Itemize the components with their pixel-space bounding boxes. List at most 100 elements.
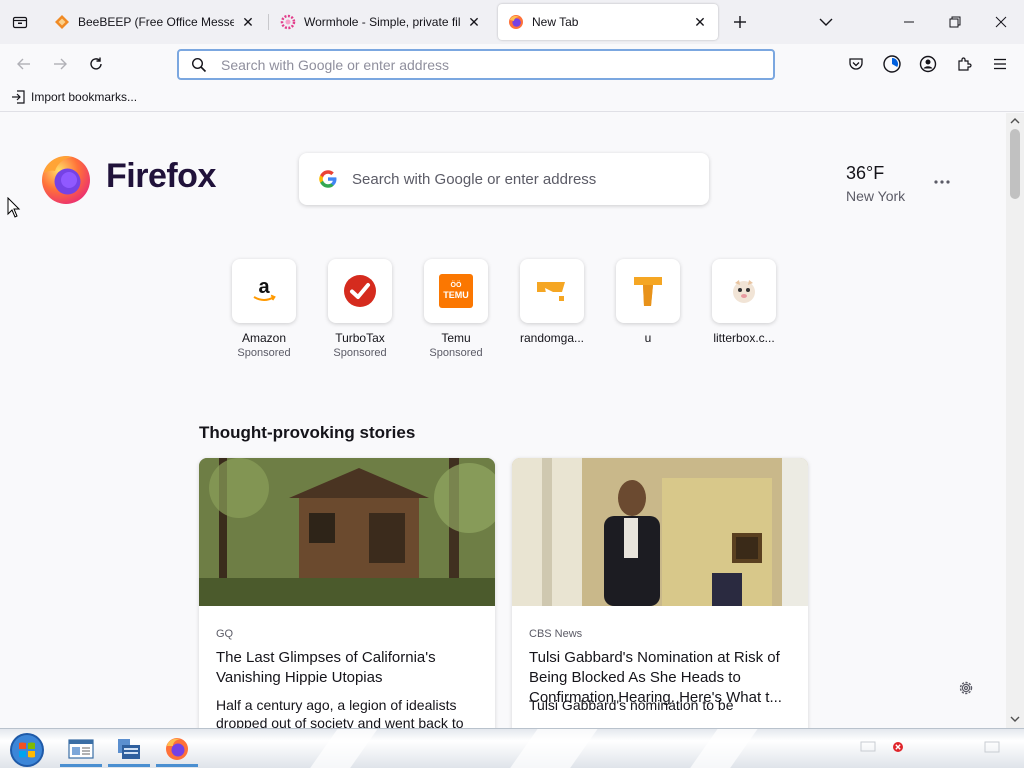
sync-status-button[interactable] xyxy=(880,52,904,76)
shortcut-tile-turbotax[interactable]: TurboTax Sponsored xyxy=(320,259,400,359)
newtab-search-box[interactable]: Search with Google or enter address xyxy=(299,153,709,205)
scroll-up-button[interactable] xyxy=(1009,115,1021,127)
tab-new-tab[interactable]: New Tab ✕ xyxy=(498,4,718,40)
wormhole-icon xyxy=(280,14,296,30)
firefox-icon xyxy=(509,15,523,29)
shortcut-tile-u[interactable]: u xyxy=(608,259,688,345)
taskbar-app-firefox[interactable] xyxy=(156,731,198,767)
shortcut-label: TurboTax xyxy=(335,331,385,345)
new-tab-button[interactable] xyxy=(728,10,752,34)
import-bookmarks-label: Import bookmarks... xyxy=(31,90,138,104)
close-tab-button[interactable]: ✕ xyxy=(466,14,482,30)
litterbox-icon xyxy=(733,280,755,303)
close-tab-button[interactable]: ✕ xyxy=(240,14,256,30)
taskbar-glass-streak xyxy=(295,729,385,768)
plus-icon xyxy=(734,16,746,28)
chevron-down-icon xyxy=(1010,716,1020,722)
shortcut-tile-randomgame[interactable]: randomga... xyxy=(512,259,592,345)
shortcut-tile-temu[interactable]: ÖÖ TEMU Temu Sponsored xyxy=(416,259,496,359)
shortcut-label: litterbox.c... xyxy=(713,331,775,345)
taskbar-app-beebeep[interactable] xyxy=(60,731,102,767)
system-tray xyxy=(860,741,1000,753)
firefox-view-button[interactable] xyxy=(8,10,32,34)
close-tab-button[interactable]: ✕ xyxy=(692,14,708,30)
arrow-right-icon xyxy=(54,58,67,70)
bookmarks-toolbar: Import bookmarks... xyxy=(0,84,1024,112)
story-card[interactable]: GQ The Last Glimpses of California's Van… xyxy=(199,458,495,728)
minimize-button[interactable] xyxy=(886,0,932,44)
shortcut-label: randomga... xyxy=(519,331,585,345)
scroll-down-button[interactable] xyxy=(1009,713,1021,725)
sync-progress-icon xyxy=(883,55,901,73)
shortcut-label: u xyxy=(644,331,652,345)
taskbar-running-indicator xyxy=(108,764,150,767)
network-error-icon[interactable] xyxy=(892,741,904,753)
import-icon xyxy=(12,90,25,104)
list-all-tabs-button[interactable] xyxy=(814,10,838,34)
weather-widget[interactable]: 36°F New York xyxy=(846,163,905,204)
taskbar-glass-streak xyxy=(495,729,605,768)
extensions-button[interactable] xyxy=(952,52,976,76)
shortcut-tile-litterbox[interactable]: litterbox.c... xyxy=(704,259,784,345)
story-card[interactable]: CBS News Tulsi Gabbard's Nomination at R… xyxy=(512,458,808,728)
randomgame-icon xyxy=(537,282,565,301)
search-icon xyxy=(191,57,207,72)
shortcut-icon-box: ÖÖ TEMU xyxy=(424,259,488,323)
import-bookmarks-button[interactable]: Import bookmarks... xyxy=(11,90,137,104)
svg-text:ÖÖ: ÖÖ xyxy=(451,280,462,289)
chevron-up-icon xyxy=(1010,118,1020,124)
page-scrollbar[interactable] xyxy=(1006,113,1024,728)
scroll-thumb[interactable] xyxy=(1010,129,1020,199)
tray-display-icon[interactable] xyxy=(860,741,876,753)
new-tab-page: Firefox Search with Google or enter addr… xyxy=(0,113,1006,728)
svg-text:TEMU: TEMU xyxy=(443,290,469,300)
tab-wormhole[interactable]: Wormhole - Simple, private file sharing … xyxy=(270,4,492,40)
sponsored-label: Sponsored xyxy=(333,347,387,359)
shortcut-icon-box: a xyxy=(232,259,296,323)
tab-title: Wormhole - Simple, private file sharing xyxy=(304,15,460,29)
story-image xyxy=(199,458,495,606)
gear-icon xyxy=(959,681,973,695)
newtab-search-placeholder: Search with Google or enter address xyxy=(352,170,597,188)
taskbar-running-indicator xyxy=(156,764,198,767)
tab-separator xyxy=(268,14,269,30)
puzzle-icon xyxy=(958,57,972,71)
close-icon xyxy=(995,16,1007,28)
minimize-icon xyxy=(904,21,914,23)
firefox-logo-icon xyxy=(42,156,90,204)
back-button[interactable] xyxy=(12,52,36,76)
address-bar[interactable] xyxy=(177,49,775,80)
firefox-icon xyxy=(166,738,188,760)
close-window-button[interactable] xyxy=(978,0,1024,44)
taskbar-app-explorer[interactable] xyxy=(108,731,150,767)
story-image xyxy=(512,458,808,606)
pocket-icon xyxy=(849,58,863,70)
shortcut-tile-amazon[interactable]: a Amazon Sponsored xyxy=(224,259,304,359)
reload-button[interactable] xyxy=(84,52,108,76)
turbotax-icon xyxy=(344,275,376,307)
account-button[interactable] xyxy=(916,52,940,76)
url-input[interactable] xyxy=(221,56,741,73)
stories-section-title: Thought-provoking stories xyxy=(199,423,416,442)
weather-temperature: 36°F xyxy=(846,163,885,183)
chevron-down-icon xyxy=(819,18,833,26)
personalize-button[interactable] xyxy=(957,679,975,697)
start-button[interactable] xyxy=(8,731,46,768)
show-desktop-icon[interactable] xyxy=(984,741,1000,753)
amazon-icon: a xyxy=(253,277,276,301)
weather-more-options-button[interactable] xyxy=(932,175,952,191)
windows-start-icon xyxy=(10,733,44,767)
account-icon xyxy=(919,55,937,73)
story-headline: The Last Glimpses of California's Vanish… xyxy=(216,649,436,686)
restore-button[interactable] xyxy=(932,0,978,44)
firefox-view-icon xyxy=(12,16,28,29)
shortcut-icon-box xyxy=(616,259,680,323)
tab-beebeep[interactable]: BeeBEEP (Free Office Messenger) ✕ xyxy=(44,4,266,40)
pocket-button[interactable] xyxy=(844,52,868,76)
shortcut-label: Amazon xyxy=(241,331,287,345)
forward-button[interactable] xyxy=(48,52,72,76)
app-menu-button[interactable] xyxy=(988,52,1012,76)
u-icon xyxy=(634,277,662,306)
svg-text:a: a xyxy=(258,277,270,298)
file-explorer-icon xyxy=(118,739,140,759)
